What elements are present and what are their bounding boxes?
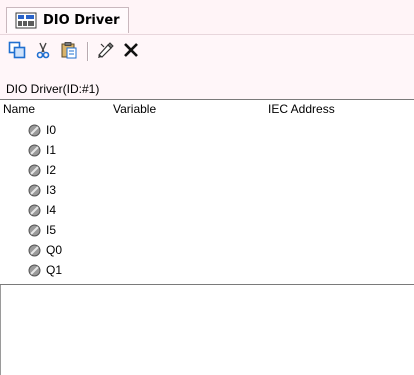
row-name: I4 (46, 203, 57, 217)
cut-button[interactable] (32, 40, 54, 62)
io-pin-icon (28, 144, 41, 157)
empty-panel-area (0, 285, 414, 375)
io-table: Name Variable IEC Address I0 I1 I2 I3 I4… (0, 99, 414, 285)
panel-title-bar: DIO Driver(ID:#1) (0, 67, 414, 99)
io-pin-icon (28, 264, 41, 277)
row-name: Q1 (46, 263, 63, 277)
paste-button[interactable] (58, 40, 80, 62)
column-header-variable[interactable]: Variable (113, 102, 156, 116)
row-name: Q0 (46, 243, 63, 257)
table-row[interactable]: Q1 (0, 260, 414, 280)
table-header: Name Variable IEC Address (0, 102, 414, 118)
row-name: I0 (46, 123, 57, 137)
toolbar (0, 35, 414, 67)
delete-button[interactable] (120, 40, 142, 62)
copy-button[interactable] (6, 40, 28, 62)
toolbar-separator (87, 42, 89, 61)
io-pin-icon (28, 204, 41, 217)
table-row[interactable]: I0 (0, 120, 414, 140)
tab-bar: DIO Driver (0, 0, 414, 35)
table-row[interactable]: Q0 (0, 240, 414, 260)
scissors-icon (34, 41, 52, 62)
copy-icon (8, 41, 26, 62)
panel-title: DIO Driver(ID:#1) (6, 82, 100, 96)
io-pin-icon (28, 224, 41, 237)
io-pin-icon (28, 184, 41, 197)
tab-title: DIO Driver (43, 13, 120, 28)
io-pin-icon (28, 244, 41, 257)
dio-driver-icon (15, 12, 37, 30)
table-row[interactable]: I2 (0, 160, 414, 180)
table-row[interactable]: I3 (0, 180, 414, 200)
close-icon (122, 41, 140, 62)
row-name: I3 (46, 183, 57, 197)
table-row[interactable]: I4 (0, 200, 414, 220)
column-header-iec-address[interactable]: IEC Address (268, 102, 335, 116)
io-pin-icon (28, 164, 41, 177)
row-name: I1 (46, 143, 57, 157)
edit-button[interactable] (95, 40, 117, 62)
io-pin-icon (28, 124, 41, 137)
clipboard-icon (60, 41, 78, 62)
tab-dio-driver[interactable]: DIO Driver (6, 7, 129, 33)
pen-icon (96, 41, 116, 62)
table-row[interactable]: I5 (0, 220, 414, 240)
row-name: I5 (46, 223, 57, 237)
column-header-name[interactable]: Name (3, 102, 35, 116)
row-name: I2 (46, 163, 57, 177)
table-row[interactable]: I1 (0, 140, 414, 160)
